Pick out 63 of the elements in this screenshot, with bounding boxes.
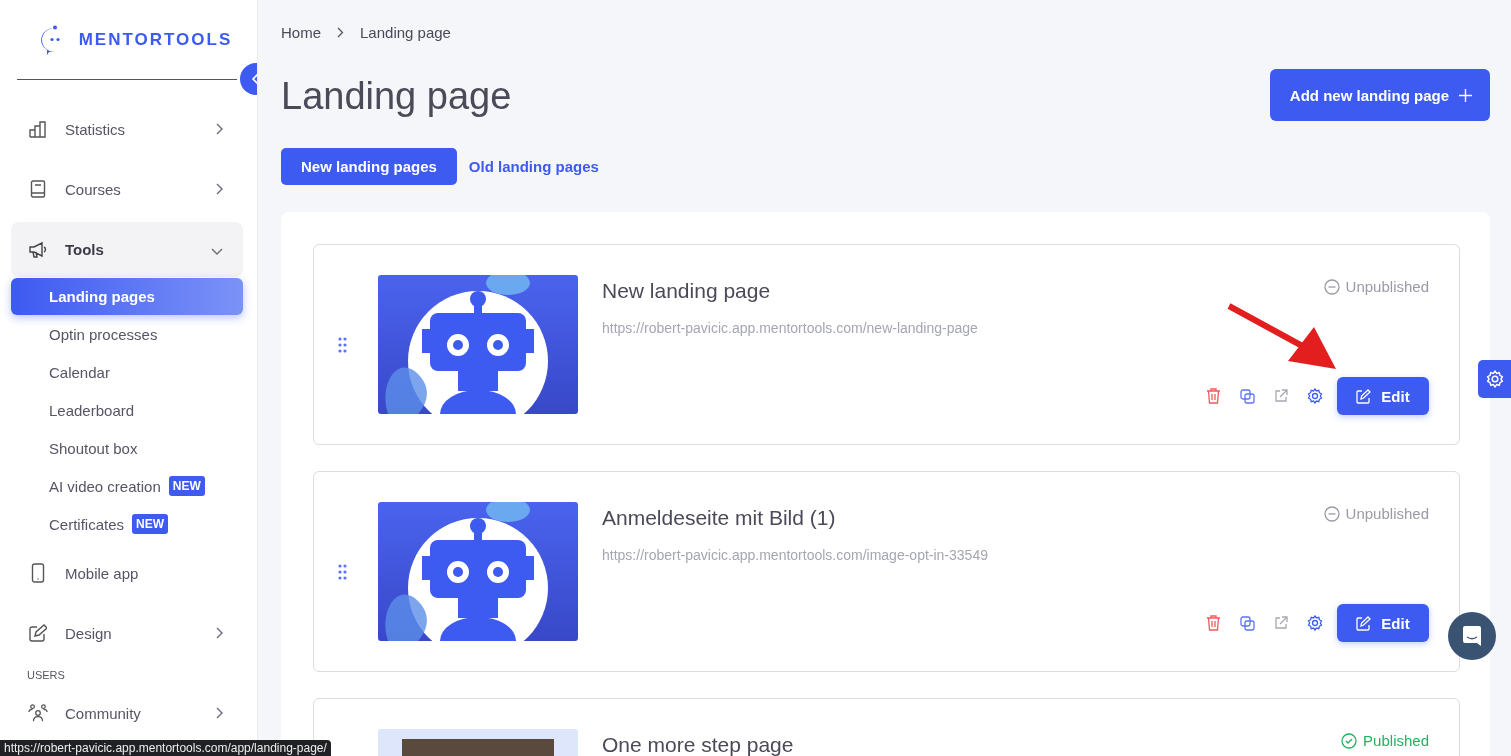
trash-icon[interactable]	[1206, 615, 1221, 631]
check-circle-icon	[1341, 732, 1358, 749]
new-badge: NEW	[168, 476, 205, 496]
sidebar-item[interactable]: Design	[11, 603, 243, 663]
pencil-icon	[29, 624, 47, 642]
bar-chart-icon	[29, 120, 47, 138]
breadcrumb-link[interactable]: Home	[281, 24, 321, 41]
card-title: Anmeldeseite mit Bild (1)	[602, 506, 837, 530]
trash-icon[interactable]	[1206, 388, 1221, 404]
copy-icon[interactable]	[1240, 388, 1255, 404]
tab[interactable]: New landing pages	[281, 148, 457, 185]
link-preview-url: https://robert-pavicic.app.mentortools.com/app/landing-page/	[0, 740, 331, 756]
pencil-icon	[1356, 388, 1372, 404]
sidebar-item[interactable]: Statistics	[11, 99, 243, 159]
sidebar-item[interactable]: Mobile app	[11, 543, 243, 603]
settings-button[interactable]	[1478, 360, 1511, 398]
copy-icon[interactable]	[1240, 615, 1255, 631]
section-label: USERS	[26, 668, 66, 683]
tab[interactable]: Old landing pages	[468, 148, 599, 185]
drag-handle-icon[interactable]	[338, 336, 347, 353]
chevron-right-icon	[215, 182, 223, 195]
sidebar-item[interactable]: Tools	[11, 222, 243, 277]
minus-circle-icon	[1323, 505, 1340, 522]
sidebar-subitem[interactable]: Optin processes	[11, 315, 243, 353]
sidebar-subitem[interactable]: Calendar	[11, 353, 243, 391]
people-icon	[28, 703, 48, 723]
minus-circle-icon	[1323, 278, 1340, 295]
edit-button[interactable]: Edit	[1337, 377, 1429, 415]
edit-button[interactable]: Edit	[1337, 604, 1429, 642]
new-badge: NEW	[132, 514, 169, 534]
sidebar-subitem[interactable]: Certificates NEW	[11, 505, 243, 543]
status-label: Unpublished	[1323, 505, 1429, 522]
add-landing-page-button[interactable]: Add new landing page	[1269, 69, 1490, 121]
breadcrumb-link[interactable]: Landing page	[360, 24, 451, 41]
chevron-down-icon	[211, 247, 223, 255]
sidebar-item[interactable]: Courses	[11, 159, 243, 219]
logo-text: MENTORTOOLS	[78, 29, 233, 50]
sidebar-item[interactable]: Community	[11, 701, 243, 725]
sidebar-subitem[interactable]: AI video creation NEW	[11, 467, 243, 505]
settings-icon[interactable]	[1307, 615, 1323, 631]
settings-icon	[1485, 370, 1504, 388]
external-link-icon[interactable]	[1274, 389, 1288, 403]
status-label: Published	[1341, 732, 1429, 749]
chevron-right-icon	[215, 122, 223, 135]
chevron-right-icon	[215, 706, 223, 719]
book-icon	[30, 180, 46, 198]
phone-icon	[31, 563, 45, 583]
plus-icon	[1459, 88, 1472, 102]
megaphone-icon	[28, 240, 48, 259]
pencil-icon	[1356, 615, 1372, 631]
sidebar-subitem[interactable]: Landing pages	[11, 278, 243, 315]
card-title: New landing page	[602, 279, 772, 303]
page-title: Landing page	[281, 74, 512, 118]
status-label: Unpublished	[1323, 278, 1429, 295]
chevron-right-icon	[215, 626, 223, 639]
external-link-icon[interactable]	[1274, 616, 1288, 630]
settings-icon[interactable]	[1307, 388, 1323, 404]
sidebar-subitem[interactable]: Shoutout box	[11, 429, 243, 467]
card-title: One more step page	[602, 733, 795, 756]
sidebar-subitem[interactable]: Leaderboard	[11, 391, 243, 429]
chat-icon	[1462, 625, 1482, 647]
drag-handle-icon[interactable]	[338, 563, 347, 580]
chevron-right-icon	[337, 27, 344, 38]
